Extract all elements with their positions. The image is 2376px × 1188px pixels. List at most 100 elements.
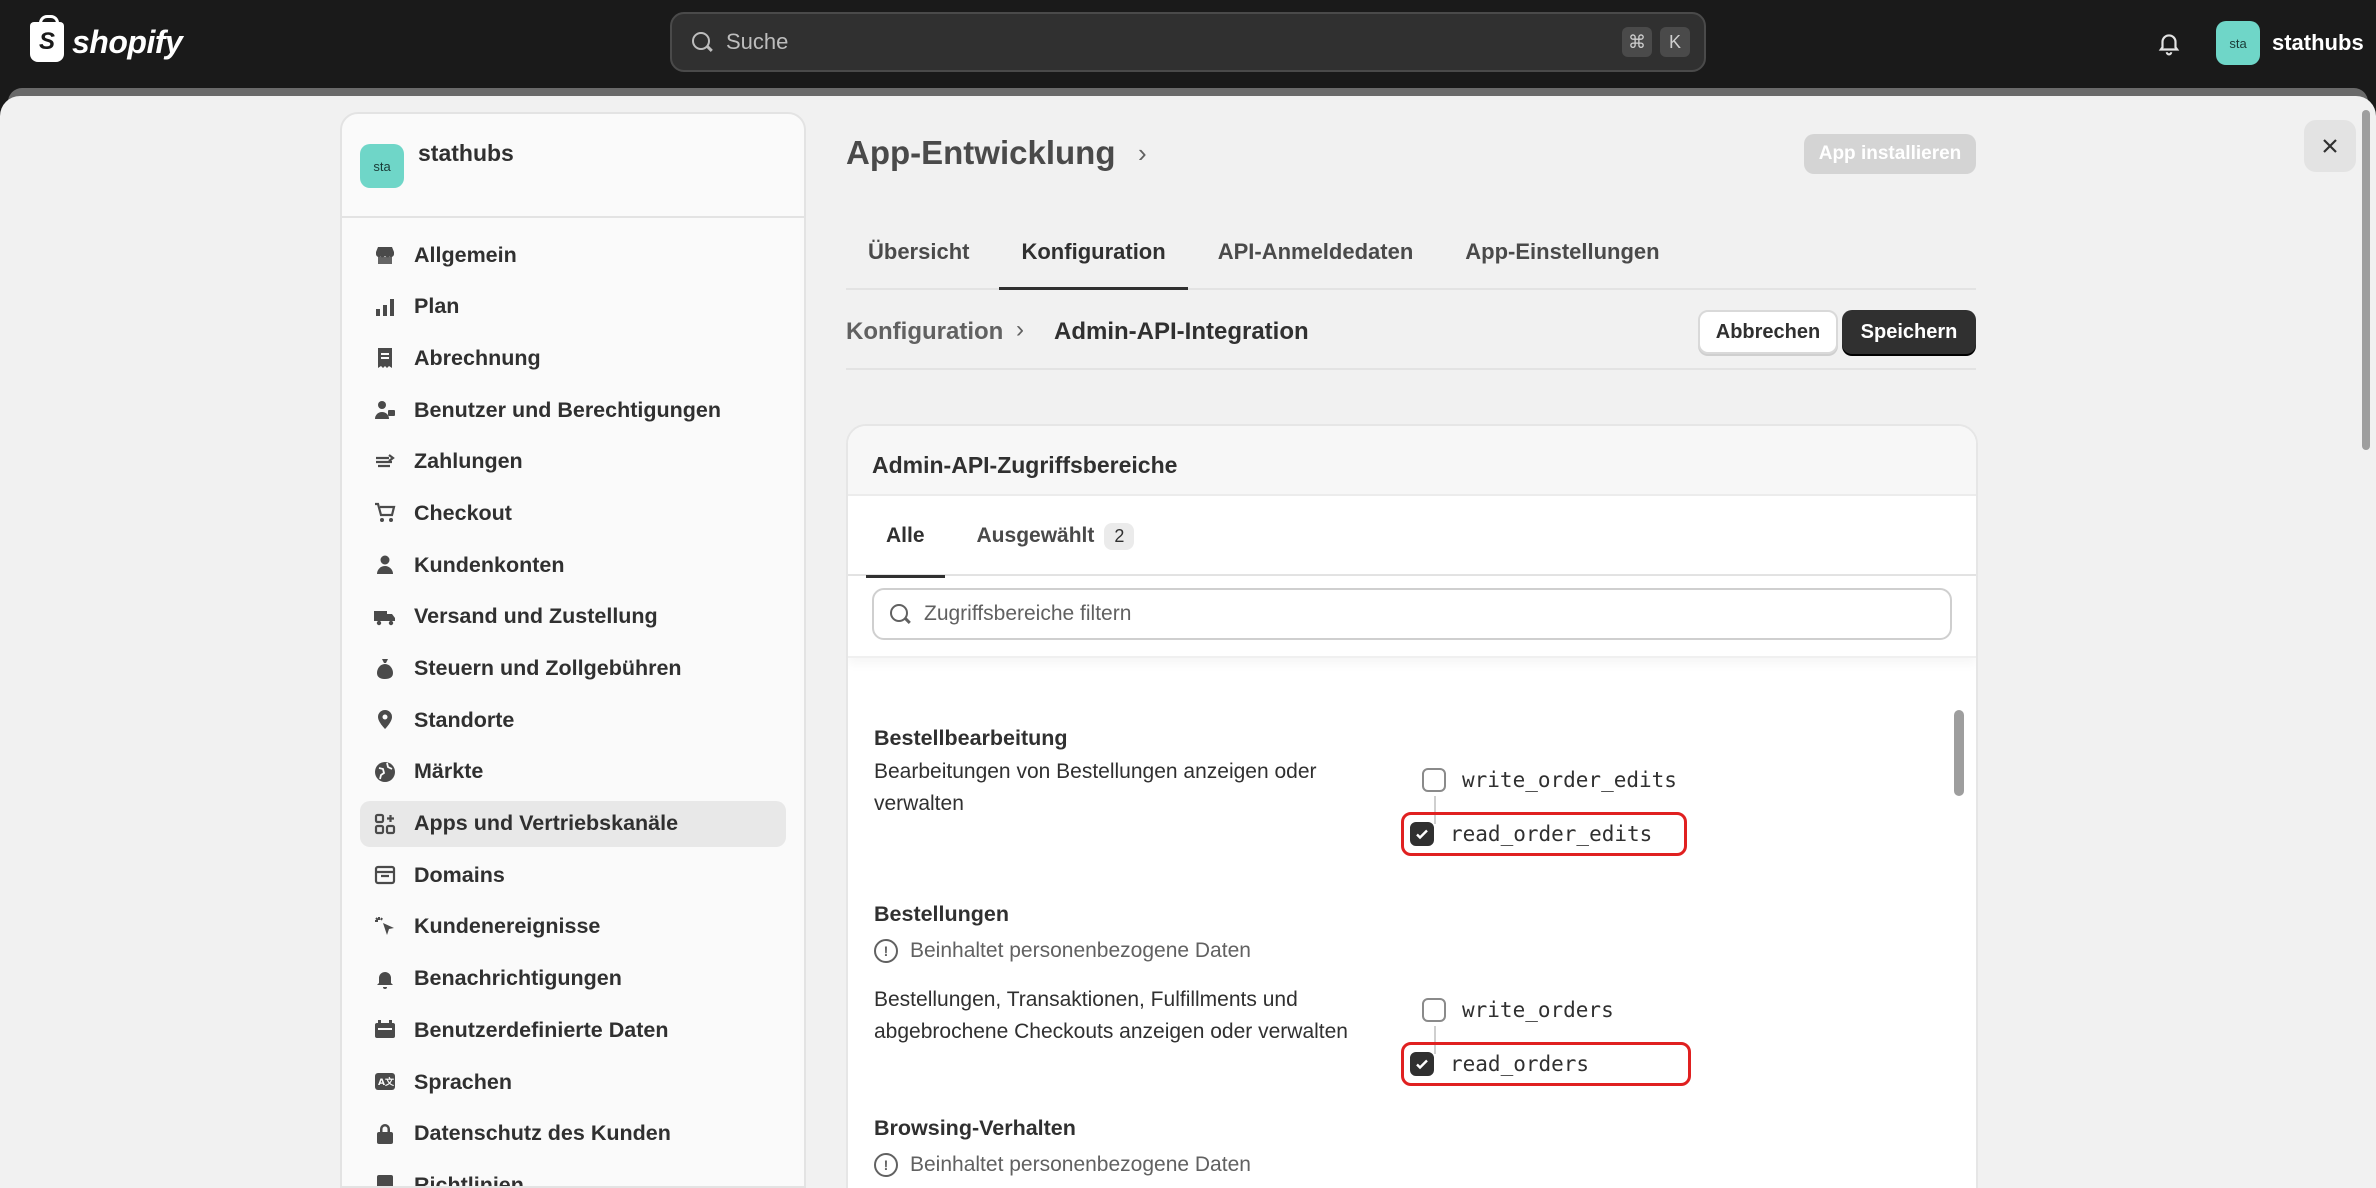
notifications-bell-icon[interactable] xyxy=(2154,28,2184,58)
sidebar-item-benutzer[interactable]: Benutzer und Berechtigungen xyxy=(360,387,786,433)
sidebar-item-benachrichtigungen[interactable]: Benachrichtigungen xyxy=(360,956,786,1002)
sidebar-item-label: Steuern und Zollgebühren xyxy=(414,656,682,680)
card-scrollbar[interactable] xyxy=(1954,710,1964,796)
sidebar-item-label: Standorte xyxy=(414,707,515,732)
store-avatar: sta xyxy=(360,144,404,188)
sidebar-item-sprachen[interactable]: A文 Sprachen xyxy=(360,1059,786,1105)
checkmark-icon xyxy=(1416,1059,1428,1070)
sidebar-item-maerkte[interactable]: Märkte xyxy=(360,749,786,795)
store-name: stathubs xyxy=(418,140,514,166)
sidebar-item-abrechnung[interactable]: Abrechnung xyxy=(360,335,786,381)
command-key-hint: ⌘ xyxy=(1622,27,1652,57)
payments-icon xyxy=(372,449,398,475)
section-title: Bestellbearbeitung xyxy=(874,726,1068,750)
account-menu[interactable]: sta stathubs xyxy=(2216,20,2364,66)
checkbox[interactable] xyxy=(1422,768,1446,792)
sidebar-item-apps[interactable]: Apps und Vertriebskanäle xyxy=(360,800,786,847)
sidebar-item-label: Domains xyxy=(414,862,505,887)
info-alert-icon: ! xyxy=(874,1153,898,1177)
checkbox-checked[interactable] xyxy=(1410,822,1434,846)
pii-text: Beinhaltet personenbezogene Daten xyxy=(910,939,1251,962)
sidebar-item-plan[interactable]: Plan xyxy=(360,284,786,330)
cart-icon xyxy=(372,500,398,526)
chevron-right-icon: › xyxy=(1016,316,1024,343)
truck-icon xyxy=(372,604,398,630)
sidebar-item-label: Richtlinien xyxy=(414,1172,524,1188)
filter-bar: Zugriffsbereiche filtern xyxy=(848,576,1976,658)
cancel-button[interactable]: Abbrechen xyxy=(1698,310,1838,354)
sidebar-item-versand[interactable]: Versand und Zustellung xyxy=(360,594,786,640)
section-title: Browsing-Verhalten xyxy=(874,1116,1076,1140)
k-key-hint: K xyxy=(1660,27,1690,57)
tab-konfiguration[interactable]: Konfiguration xyxy=(999,216,1188,290)
policy-icon xyxy=(372,1172,398,1186)
search-icon xyxy=(888,602,912,626)
sidebar-item-label: Benachrichtigungen xyxy=(414,966,622,991)
checkmark-icon xyxy=(1416,829,1428,840)
account-name: stathubs xyxy=(2272,30,2364,55)
section-description: Bestellungen, Transaktionen, Fulfillment… xyxy=(874,988,1348,1043)
info-alert-icon: ! xyxy=(874,939,898,963)
sidebar-item-steuern[interactable]: Steuern und Zollgebühren xyxy=(360,646,786,692)
globe-icon xyxy=(372,759,398,785)
lock-icon xyxy=(372,1121,398,1147)
sidebar-item-kundenereignisse[interactable]: Kundenereignisse xyxy=(360,904,786,950)
settings-sheet: sta stathubs Allgemein Plan Abrechnung B… xyxy=(0,96,2376,1188)
breadcrumb-parent[interactable]: Konfiguration xyxy=(846,318,1003,346)
sidebar-item-datenschutz[interactable]: Datenschutz des Kunden xyxy=(360,1111,786,1157)
person-icon xyxy=(372,552,398,578)
page-title[interactable]: App-Entwicklung xyxy=(846,134,1115,172)
sidebar-item-domains[interactable]: Domains xyxy=(360,852,786,898)
settings-nav-list: Allgemein Plan Abrechnung Benutzer und B… xyxy=(342,218,804,1188)
tab-app-einstellungen[interactable]: App-Einstellungen xyxy=(1443,216,1681,288)
sheet-scrollbar[interactable] xyxy=(2362,110,2370,450)
sidebar-item-benutzerdefinierte-daten[interactable]: Benutzerdefinierte Daten xyxy=(360,1007,786,1053)
tax-icon xyxy=(372,656,398,682)
sidebar-item-label: Sprachen xyxy=(414,1069,512,1094)
sidebar-item-label: Märkte xyxy=(414,759,484,784)
section-title: Bestellungen xyxy=(874,902,1009,926)
store-icon xyxy=(372,242,398,268)
save-button[interactable]: Speichern xyxy=(1842,310,1976,354)
scope-section-bestellbearbeitung: Bestellbearbeitung Bearbeitungen von Bes… xyxy=(874,726,1934,856)
permission-read-orders[interactable]: read_orders xyxy=(1401,1042,1691,1086)
tab-uebersicht[interactable]: Übersicht xyxy=(846,216,991,288)
bell-icon xyxy=(372,966,398,992)
scope-name: read_order_edits xyxy=(1450,822,1653,846)
permission-write-order-edits[interactable]: write_order_edits xyxy=(1422,758,1677,802)
sidebar-item-label: Benutzer und Berechtigungen xyxy=(414,397,721,422)
sidebar-item-zahlungen[interactable]: Zahlungen xyxy=(360,439,786,485)
scope-filter-input[interactable]: Zugriffsbereiche filtern xyxy=(872,588,1952,640)
permission-read-order-edits[interactable]: read_order_edits xyxy=(1401,812,1687,856)
install-app-button[interactable]: App installieren xyxy=(1804,134,1976,174)
language-icon: A文 xyxy=(372,1069,398,1095)
chevron-right-icon[interactable]: › xyxy=(1138,138,1147,169)
close-button[interactable] xyxy=(2304,120,2356,172)
sidebar-item-label: Versand und Zustellung xyxy=(414,604,658,629)
sidebar-item-checkout[interactable]: Checkout xyxy=(360,490,786,536)
tab-label: Alle xyxy=(886,524,925,547)
global-search-input[interactable]: Suche ⌘ K xyxy=(670,12,1706,72)
location-icon xyxy=(372,707,398,733)
tab-ausgewaehlt[interactable]: Ausgewählt 2 xyxy=(957,496,1155,576)
breadcrumb: Konfiguration › Admin-API-Integration Ab… xyxy=(846,310,1976,370)
sidebar-item-label: Plan xyxy=(414,294,460,319)
tab-alle[interactable]: Alle xyxy=(866,496,945,578)
settings-sidebar: sta stathubs Allgemein Plan Abrechnung B… xyxy=(340,112,806,1188)
sidebar-item-standorte[interactable]: Standorte xyxy=(360,697,786,743)
shopify-logo[interactable]: S shopify xyxy=(30,15,183,64)
search-icon xyxy=(690,30,714,54)
account-avatar: sta xyxy=(2216,21,2260,65)
tab-api-anmeldedaten[interactable]: API-Anmeldedaten xyxy=(1196,216,1436,288)
sidebar-item-label: Abrechnung xyxy=(414,345,541,370)
receipt-icon xyxy=(372,345,398,371)
sidebar-item-allgemein[interactable]: Allgemein xyxy=(360,232,786,278)
sidebar-item-kundenkonten[interactable]: Kundenkonten xyxy=(360,542,786,588)
sidebar-item-richtlinien[interactable]: Richtlinien xyxy=(360,1162,786,1188)
scope-section-browsing-verhalten: Browsing-Verhalten ! Beinhaltet personen… xyxy=(874,1116,1934,1177)
checkbox[interactable] xyxy=(1422,998,1446,1022)
checkbox-checked[interactable] xyxy=(1410,1052,1434,1076)
store-header[interactable]: sta stathubs xyxy=(342,114,804,218)
permission-write-orders[interactable]: write_orders xyxy=(1422,988,1614,1032)
pii-notice: ! Beinhaltet personenbezogene Daten xyxy=(874,1153,1934,1177)
